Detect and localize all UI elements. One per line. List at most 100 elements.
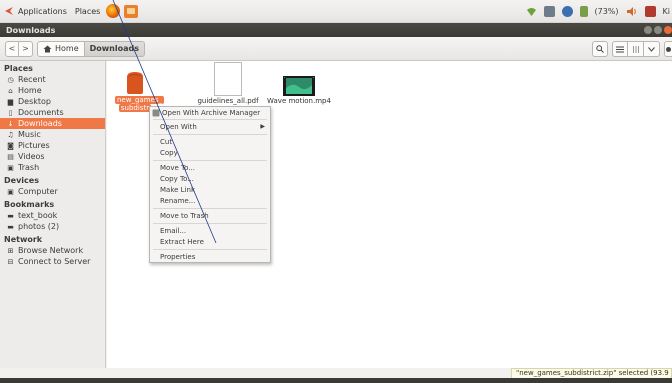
archive-manager-icon <box>152 109 160 116</box>
sidebar-item-photos[interactable]: ▬ photos (2) <box>0 221 105 232</box>
menu-item-extract-here[interactable]: Extract Here <box>150 236 270 247</box>
sidebar-item-label: Connect to Server <box>18 257 91 266</box>
breadcrumb-home[interactable]: Home <box>37 40 85 57</box>
archive-file-icon <box>127 72 143 94</box>
bluetooth-icon[interactable] <box>561 6 573 17</box>
breadcrumb-downloads[interactable]: Downloads <box>84 40 145 57</box>
gear-icon <box>666 46 671 52</box>
list-view-button[interactable] <box>612 41 628 57</box>
minimize-icon[interactable] <box>644 26 652 34</box>
sidebar-item-downloads[interactable]: ↓ Downloads <box>0 118 105 129</box>
sidebar-header-bookmarks: Bookmarks <box>4 200 55 209</box>
sidebar-item-recent[interactable]: ◷ Recent <box>0 74 105 85</box>
sidebar-item-connect-to-server[interactable]: ⊟ Connect to Server <box>0 256 105 267</box>
battery-icon[interactable] <box>579 6 588 17</box>
sidebar-item-label: Downloads <box>18 119 62 128</box>
search-icon <box>596 45 604 53</box>
file-label: new_games_ <box>115 96 164 104</box>
film-icon: ▤ <box>7 152 14 161</box>
file-item-video[interactable]: Wave motion.mp4 <box>264 76 334 105</box>
files-launcher-icon[interactable] <box>124 4 139 18</box>
battery-percentage: (73%) <box>594 7 619 16</box>
menu-item-label: Copy <box>160 148 178 157</box>
bottom-panel <box>0 378 672 383</box>
status-text: "new_games_subdistrict.zip" selected (93… <box>516 369 672 377</box>
grid-icon <box>632 45 639 53</box>
sidebar-item-label: Recent <box>18 75 46 84</box>
menu-item-label: Move To... <box>160 163 195 172</box>
menu-item-cut[interactable]: Cut <box>150 136 270 147</box>
menu-item-copy[interactable]: Copy <box>150 147 270 158</box>
file-label: guidelines_all.pdf <box>197 97 259 105</box>
sidebar-item-desktop[interactable]: ▆ Desktop <box>0 96 105 107</box>
sidebar-header-network: Network <box>4 235 43 244</box>
close-icon[interactable] <box>664 26 672 34</box>
firefox-icon[interactable] <box>106 4 121 18</box>
volume-icon[interactable] <box>626 6 638 17</box>
menu-separator <box>153 249 267 250</box>
wifi-icon[interactable] <box>526 6 537 17</box>
menu-item-label: Make Link <box>160 185 195 194</box>
ubuntu-logo-icon <box>5 7 13 15</box>
search-button[interactable] <box>592 41 608 57</box>
home-icon: ⌂ <box>8 86 13 95</box>
sidebar-item-label: Documents <box>18 108 64 117</box>
window-title-bar: Downloads <box>0 23 672 37</box>
folder-icon: ▬ <box>7 222 14 231</box>
sidebar-item-pictures[interactable]: ◙ Pictures <box>0 140 105 151</box>
menu-item-move-to-trash[interactable]: Move to Trash <box>150 210 270 221</box>
applications-label: Applications <box>18 6 67 16</box>
sidebar-item-text-book[interactable]: ▬ text_book <box>0 210 105 221</box>
breadcrumb-downloads-label: Downloads <box>89 44 139 53</box>
breadcrumb-home-label: Home <box>55 44 79 53</box>
sidebar-item-music[interactable]: ♫ Music <box>0 129 105 140</box>
file-label-line2: subdistr <box>118 104 152 112</box>
view-options-button[interactable] <box>644 41 660 57</box>
sidebar-item-label: Home <box>18 86 42 95</box>
desktop-icon: ▆ <box>7 97 14 106</box>
sidebar-item-trash[interactable]: ▣ Trash <box>0 162 105 173</box>
sidebar-item-home[interactable]: ⌂ Home <box>0 85 105 96</box>
messaging-icon[interactable] <box>644 6 656 17</box>
forward-arrow-icon: > <box>22 44 29 53</box>
settings-button[interactable] <box>664 41 672 57</box>
places-label: Places <box>74 6 101 16</box>
sidebar-header-places: Places <box>4 64 33 73</box>
grid-view-button[interactable] <box>628 41 644 57</box>
indicator-area: (73%) Ki <box>526 0 672 23</box>
back-arrow-icon: < <box>8 44 16 53</box>
applications-menu[interactable]: Applications <box>0 0 71 23</box>
menu-item-email[interactable]: Email... <box>150 225 270 236</box>
forward-button[interactable]: > <box>19 40 33 57</box>
video-thumbnail-icon <box>283 76 315 96</box>
sidebar-item-label: Videos <box>18 152 45 161</box>
document-icon: ▯ <box>8 108 13 117</box>
menu-item-open-with-archive-manager[interactable]: Open With Archive Manager <box>150 107 270 118</box>
menu-item-make-link[interactable]: Make Link <box>150 184 270 195</box>
menu-item-move-to[interactable]: Move To... <box>150 162 270 173</box>
menu-separator <box>153 160 267 161</box>
keyboard-layout-icon[interactable] <box>543 6 555 17</box>
menu-item-label: Open With <box>160 122 197 131</box>
pdf-file-icon <box>214 62 242 96</box>
menu-item-rename[interactable]: Rename... <box>150 195 270 206</box>
menu-item-properties[interactable]: Properties <box>150 251 270 262</box>
file-item-pdf[interactable]: guidelines_all.pdf <box>193 62 263 105</box>
menu-separator <box>153 134 267 135</box>
sidebar-item-computer[interactable]: ▣ Computer <box>0 186 105 197</box>
sidebar-item-documents[interactable]: ▯ Documents <box>0 107 105 118</box>
sidebar-item-videos[interactable]: ▤ Videos <box>0 151 105 162</box>
menu-item-label: Extract Here <box>160 237 204 246</box>
menu-item-copy-to[interactable]: Copy To... <box>150 173 270 184</box>
sidebar-item-label: Desktop <box>18 97 51 106</box>
user-menu[interactable]: Ki <box>663 7 670 16</box>
clock-icon: ◷ <box>7 75 14 84</box>
places-menu[interactable]: Places <box>71 0 104 23</box>
maximize-icon[interactable] <box>654 26 662 34</box>
back-button[interactable]: < <box>5 40 19 57</box>
menu-item-label: Move to Trash <box>160 211 209 220</box>
menu-item-open-with[interactable]: Open With ▶ <box>150 121 270 132</box>
menu-item-label: Properties <box>160 252 196 261</box>
sidebar-header-devices: Devices <box>4 176 39 185</box>
sidebar-item-browse-network[interactable]: ⊞ Browse Network <box>0 245 105 256</box>
